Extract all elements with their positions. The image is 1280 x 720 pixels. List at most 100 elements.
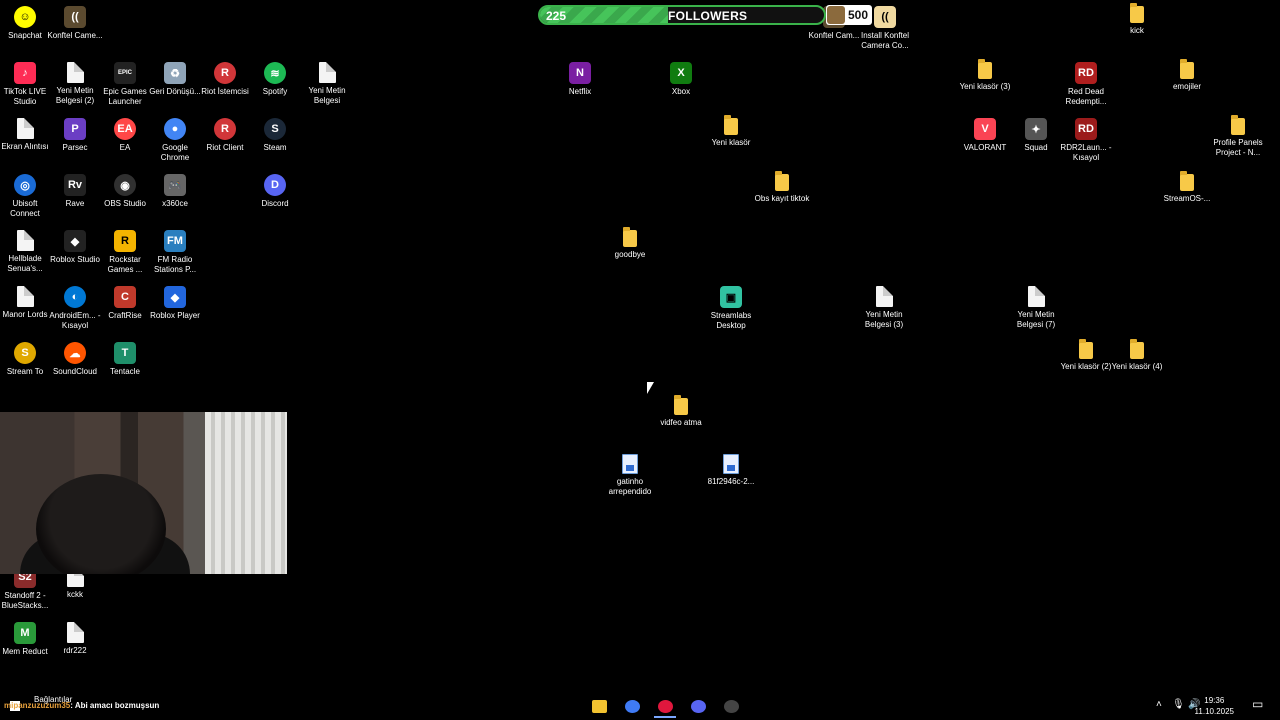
desktop-icon-label: 81f2946c-2... — [707, 477, 755, 486]
desktop-icon[interactable]: gatinho arrependido — [602, 454, 658, 497]
ubisoft-icon: ◎ — [14, 174, 36, 196]
followers-goal-count: 500 — [847, 8, 868, 22]
text-file-icon — [1027, 286, 1045, 307]
desktop-icon[interactable]: goodbye — [602, 227, 658, 260]
desktop-icon[interactable]: emojiler — [1159, 59, 1215, 92]
desktop-icon-label: Install Konftel Camera Co... — [860, 31, 910, 50]
desktop-icon[interactable]: Manor Lords — [0, 286, 53, 320]
notification-icon[interactable]: ▭ — [1252, 697, 1263, 711]
desktop-icon[interactable]: Hellblade Senua's... — [0, 230, 53, 274]
android-emulator-icon: ◐ — [64, 286, 86, 308]
desktop-icon[interactable]: Profile Panels Project - N... — [1210, 115, 1266, 158]
taskbar-app-button[interactable] — [687, 696, 709, 716]
desktop-icon[interactable]: ◎ Ubisoft Connect — [0, 174, 53, 219]
desktop-icon-label: Parsec — [62, 143, 88, 152]
desktop-icon-label: Ekran Alıntısı — [1, 142, 49, 151]
taskbar-app-button[interactable] — [588, 696, 610, 716]
text-file-icon — [16, 118, 34, 139]
desktop-icon-label: Yeni Metin Belgesi (3) — [864, 310, 904, 329]
desktop-icon[interactable]: Yeni klasör (2) — [1058, 339, 1114, 372]
text-file-icon — [875, 286, 893, 307]
desktop-icon[interactable]: kick — [1109, 3, 1165, 36]
desktop-icon[interactable]: Yeni klasör (4) — [1109, 339, 1165, 372]
desktop-icon-label: kick — [1130, 26, 1144, 35]
tray-clock[interactable]: 19:36 11.10.2025 — [1195, 695, 1234, 717]
desktop-icon[interactable]: N Netflix — [552, 62, 608, 97]
desktop-icon[interactable]: S Steam — [247, 118, 303, 153]
desktop-icon[interactable]: StreamOS-... — [1159, 171, 1215, 204]
desktop-icon-label: Google Chrome — [160, 143, 190, 162]
taskbar-app-button[interactable] — [654, 696, 676, 718]
taskbar-app-button[interactable] — [621, 696, 643, 716]
desktop-icon[interactable]: V VALORANT — [957, 118, 1013, 153]
konftel-icon: (( — [64, 6, 86, 28]
webcam-curtain — [205, 412, 287, 574]
desktop-icon[interactable]: EPIC Epic Games Launcher — [97, 62, 153, 107]
parsec-icon: P — [64, 118, 86, 140]
desktop-icon[interactable]: ◉ OBS Studio — [97, 174, 153, 209]
desktop-icon[interactable]: ● Google Chrome — [147, 118, 203, 163]
desktop-icon[interactable]: ✦ Squad — [1008, 118, 1064, 153]
desktop-icon[interactable]: ≋ Spotify — [247, 62, 303, 97]
desktop-icon[interactable]: M Mem Reduct — [0, 622, 53, 657]
desktop-icon[interactable]: ◆ Roblox Player — [147, 286, 203, 321]
desktop-icon[interactable]: Yeni klasör — [703, 115, 759, 148]
desktop-icon[interactable]: D Discord — [247, 174, 303, 209]
desktop-icon[interactable]: ☺ Snapchat — [0, 6, 53, 41]
desktop-icon[interactable]: EA EA — [97, 118, 153, 153]
desktop-icon[interactable]: Yeni Metin Belgesi — [299, 62, 355, 106]
desktop-icon[interactable]: rdr222 — [47, 622, 103, 656]
desktop-icon[interactable]: RD Red Dead Redempti... — [1058, 62, 1114, 107]
desktop-icon[interactable]: vidfeo atma — [653, 395, 709, 428]
folder-icon — [775, 171, 789, 191]
desktop-icon[interactable]: R Rockstar Games ... — [97, 230, 153, 275]
desktop-icon[interactable]: ♪ TikTok LIVE Studio — [0, 62, 53, 107]
desktop-icon[interactable]: Yeni klasör (3) — [957, 59, 1013, 92]
desktop-icon-label: Rave — [65, 199, 85, 208]
desktop-icon-label: AndroidEm... - Kısayol — [49, 311, 101, 330]
desktop-icon[interactable]: FM FM Radio Stations P... — [147, 230, 203, 275]
mouse-cursor-icon — [647, 382, 654, 394]
desktop-icon-label: Discord — [261, 199, 289, 208]
riot-icon: R — [214, 118, 236, 140]
desktop-icon[interactable]: Obs kayıt tiktok — [754, 171, 810, 204]
taskbar-app-button[interactable] — [720, 696, 742, 716]
desktop-icon[interactable]: Yeni Metin Belgesi (3) — [856, 286, 912, 330]
desktop-icon[interactable]: Rv Rave — [47, 174, 103, 209]
desktop-icon[interactable]: ♻ Geri Dönüşü... — [147, 62, 203, 97]
desktop-icon[interactable]: ☁ SoundCloud — [47, 342, 103, 377]
desktop-icon[interactable]: R Riot İstemcisi — [197, 62, 253, 97]
desktop-icon[interactable]: C CraftRise — [97, 286, 153, 321]
desktop-icon[interactable]: RD RDR2Laun... - Kısayol — [1058, 118, 1114, 163]
opera-gx-icon — [657, 699, 673, 713]
desktop-icon-label: Geri Dönüşü... — [149, 87, 201, 96]
desktop-icon[interactable]: T Tentacle — [97, 342, 153, 377]
desktop-icon[interactable]: Ekran Alıntısı — [0, 118, 53, 152]
desktop-icon[interactable]: ◆ Roblox Studio — [47, 230, 103, 265]
desktop-icon[interactable]: ▣ Streamlabs Desktop — [703, 286, 759, 331]
desktop-icon[interactable]: 81f2946c-2... — [703, 454, 759, 487]
desktop-icon[interactable]: P Parsec — [47, 118, 103, 153]
microphone-icon[interactable]: 🎙 — [1172, 699, 1185, 710]
desktop-icon-label: StreamOS-... — [1163, 194, 1211, 203]
tray-chevron-icon[interactable]: ˄ — [1156, 699, 1162, 710]
desktop-icon[interactable]: X Xbox — [653, 62, 709, 97]
text-file-icon — [318, 62, 336, 83]
desktop-icon-label: Yeni klasör (2) — [1060, 362, 1112, 371]
copilot-icon — [624, 699, 640, 713]
webcam-person — [36, 474, 166, 574]
desktop-icon[interactable]: Yeni Metin Belgesi (7) — [1008, 286, 1064, 330]
followers-goal-badge: 500 — [826, 5, 872, 25]
desktop-icon[interactable]: R Riot Client — [197, 118, 253, 153]
desktop-icon[interactable]: ◐ AndroidEm... - Kısayol — [47, 286, 103, 331]
desktop-icon-label: Yeni Metin Belgesi — [308, 86, 346, 105]
desktop-icon-label: Snapchat — [8, 31, 42, 40]
desktop-icon[interactable]: Yeni Metin Belgesi (2) — [47, 62, 103, 106]
squad-icon: ✦ — [1025, 118, 1047, 140]
folder-icon — [623, 227, 637, 247]
craftrise-icon: C — [114, 286, 136, 308]
desktop-icon[interactable]: ((Konftel Came... — [47, 6, 103, 41]
obs-icon — [723, 699, 739, 713]
desktop-icon[interactable]: 🎮 x360ce — [147, 174, 203, 209]
desktop-icon[interactable]: S Stream To — [0, 342, 53, 377]
